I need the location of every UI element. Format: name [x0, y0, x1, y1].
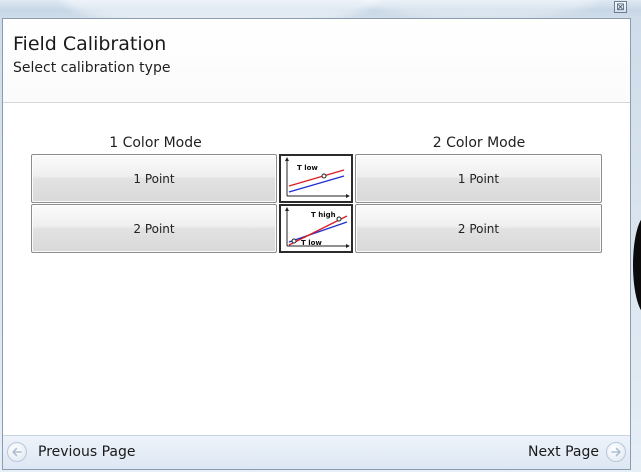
two-color-two-point-button[interactable]: 2 Point — [355, 204, 602, 253]
previous-page-label: Previous Page — [38, 444, 136, 460]
one-color-one-point-button[interactable]: 1 Point — [31, 154, 277, 203]
two-color-one-point-button[interactable]: 1 Point — [355, 154, 602, 203]
t-high-label: T high — [311, 211, 336, 219]
forward-arrow-icon — [606, 442, 626, 462]
next-page-button[interactable]: Next Page — [528, 441, 626, 463]
navigation-footer: Previous Page Next Page — [3, 435, 630, 469]
page-header: Field Calibration Select calibration typ… — [3, 19, 630, 103]
page-subtitle: Select calibration type — [13, 60, 171, 76]
t-low-label: T low — [301, 239, 322, 247]
back-arrow-icon — [7, 442, 27, 462]
next-page-label: Next Page — [528, 444, 599, 460]
background-shadow — [633, 215, 641, 315]
one-point-calibration-graph-icon: T low — [279, 154, 353, 203]
two-color-mode-label: 2 Color Mode — [432, 135, 526, 151]
field-calibration-panel: Field Calibration Select calibration typ… — [2, 18, 631, 470]
t-low-label: T low — [297, 164, 318, 172]
one-color-two-point-button[interactable]: 2 Point — [31, 204, 277, 253]
previous-page-button[interactable]: Previous Page — [7, 441, 136, 463]
two-point-calibration-graph-icon: T high T low — [279, 204, 353, 253]
one-color-mode-label: 1 Color Mode — [109, 135, 202, 151]
close-icon: ⊠ — [616, 2, 625, 13]
backdrop-highlight — [360, 0, 600, 20]
close-button[interactable]: ⊠ — [614, 1, 627, 13]
page-title: Field Calibration — [13, 33, 167, 55]
